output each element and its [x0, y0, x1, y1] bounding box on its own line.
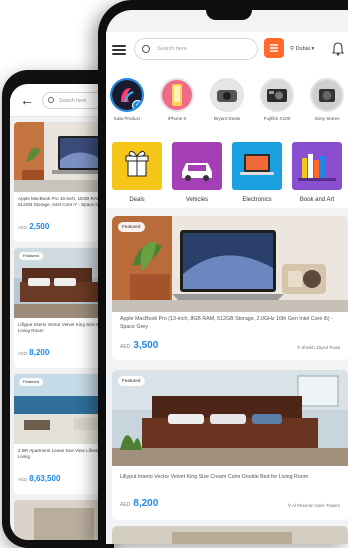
category-label: Deals	[129, 197, 145, 203]
featured-badge: Featured	[19, 378, 44, 386]
story-item[interactable]: ✓ Kala Product	[108, 78, 146, 121]
front-phone-screen: Search here ⚲ Dubai ▾ ✓ Kala Product iPh…	[106, 10, 348, 544]
location-pin-icon: ⚲	[290, 46, 295, 52]
featured-badge: Featured	[19, 252, 44, 260]
listing-price: AED 2,500	[18, 222, 49, 231]
listing-card[interactable]: Featured Apple MacBook Pro (13-inch, 8GB…	[112, 216, 348, 360]
chevron-down-icon: ▾	[311, 46, 315, 52]
verified-icon: ✓	[132, 100, 142, 110]
camera-notch	[206, 10, 252, 20]
category-electronics[interactable]: Electronics	[232, 142, 282, 203]
listing-location: ⚲ Sheikh Zayed Road	[297, 345, 340, 351]
listing-price: AED 8,200	[120, 498, 158, 509]
location-label: Dubai	[295, 46, 310, 52]
filter-button[interactable]	[264, 38, 284, 58]
story-label: Fujifilm X100	[263, 116, 291, 121]
story-avatar	[260, 78, 294, 112]
category-label: Book and Art	[299, 197, 335, 203]
featured-badge: Featured	[118, 222, 146, 232]
search-icon	[142, 45, 150, 53]
category-book-and-art[interactable]: Book and Art	[292, 142, 342, 203]
story-item[interactable]: Sony Stores	[308, 78, 346, 121]
listing-title: Apple MacBook Pro (13-inch, 8GB RAM, 512…	[120, 316, 333, 330]
location-selector[interactable]: ⚲ Dubai ▾	[290, 46, 314, 52]
price-value: 3,500	[133, 340, 159, 351]
listing-location: ⚲ Al Kheeran Suite Towers	[288, 503, 340, 509]
listing-price: AED 3,500	[120, 340, 158, 351]
category-deals[interactable]: Deals	[112, 142, 162, 203]
category-row: Deals Vehicles Electronics Book and Art	[106, 134, 348, 208]
app-header: Search here ⚲ Dubai ▾	[106, 32, 348, 66]
currency-label: AED	[120, 502, 131, 508]
currency-label: AED	[18, 477, 28, 482]
listing-image	[112, 216, 348, 312]
story-label: iPhone 8	[167, 116, 187, 121]
laptop-icon	[232, 142, 282, 190]
story-avatar	[310, 78, 344, 112]
category-label: Vehicles	[185, 197, 209, 203]
price-value: 8,200	[29, 348, 50, 357]
story-avatar	[160, 78, 194, 112]
category-vehicles[interactable]: Vehicles	[172, 142, 222, 203]
price-value: 8,63,500	[29, 474, 61, 483]
search-input[interactable]: Search here	[134, 38, 258, 60]
price-value: 2,500	[29, 222, 50, 231]
story-item[interactable]: iPhone 8	[158, 78, 196, 121]
deals-icon	[112, 142, 162, 190]
story-label: Sony Stores	[314, 116, 340, 121]
books-icon	[292, 142, 342, 190]
menu-icon[interactable]	[112, 45, 126, 55]
notification-bell-icon[interactable]	[332, 42, 344, 56]
currency-label: AED	[18, 225, 28, 230]
listing-price: AED 8,63,500	[18, 474, 60, 483]
location-label: Al Kheeran Suite Towers	[292, 503, 340, 508]
story-item[interactable]: Bryant Deals	[208, 78, 246, 121]
listing-title: Lillyput Interio Vector Velvet King Size…	[120, 474, 309, 480]
listing-price: AED 8,200	[18, 348, 49, 357]
listing-card[interactable]	[112, 526, 348, 544]
listing-image	[112, 370, 348, 466]
location-label: Sheikh Zayed Road	[301, 345, 340, 350]
currency-label: AED	[18, 351, 28, 356]
listing-image	[112, 526, 348, 544]
filter-icon	[270, 44, 278, 52]
car-icon	[172, 142, 222, 190]
story-label: Bryant Deals	[213, 116, 241, 121]
story-avatar	[210, 78, 244, 112]
price-value: 8,200	[133, 498, 159, 509]
story-item[interactable]: Fujifilm X100	[258, 78, 296, 121]
back-search-icon	[48, 97, 54, 103]
stories-row: ✓ Kala Product iPhone 8 Bryant Deals Fuj…	[106, 66, 348, 134]
back-arrow-icon[interactable]: ←	[20, 93, 34, 107]
category-label: Electronics	[242, 197, 272, 203]
listing-card[interactable]: Featured Lillyput Interio Vector Velvet …	[112, 370, 348, 520]
story-label: Kala Product	[113, 116, 141, 121]
story-avatar: ✓	[110, 78, 144, 112]
currency-label: AED	[120, 344, 131, 350]
featured-badge: Featured	[118, 376, 146, 386]
